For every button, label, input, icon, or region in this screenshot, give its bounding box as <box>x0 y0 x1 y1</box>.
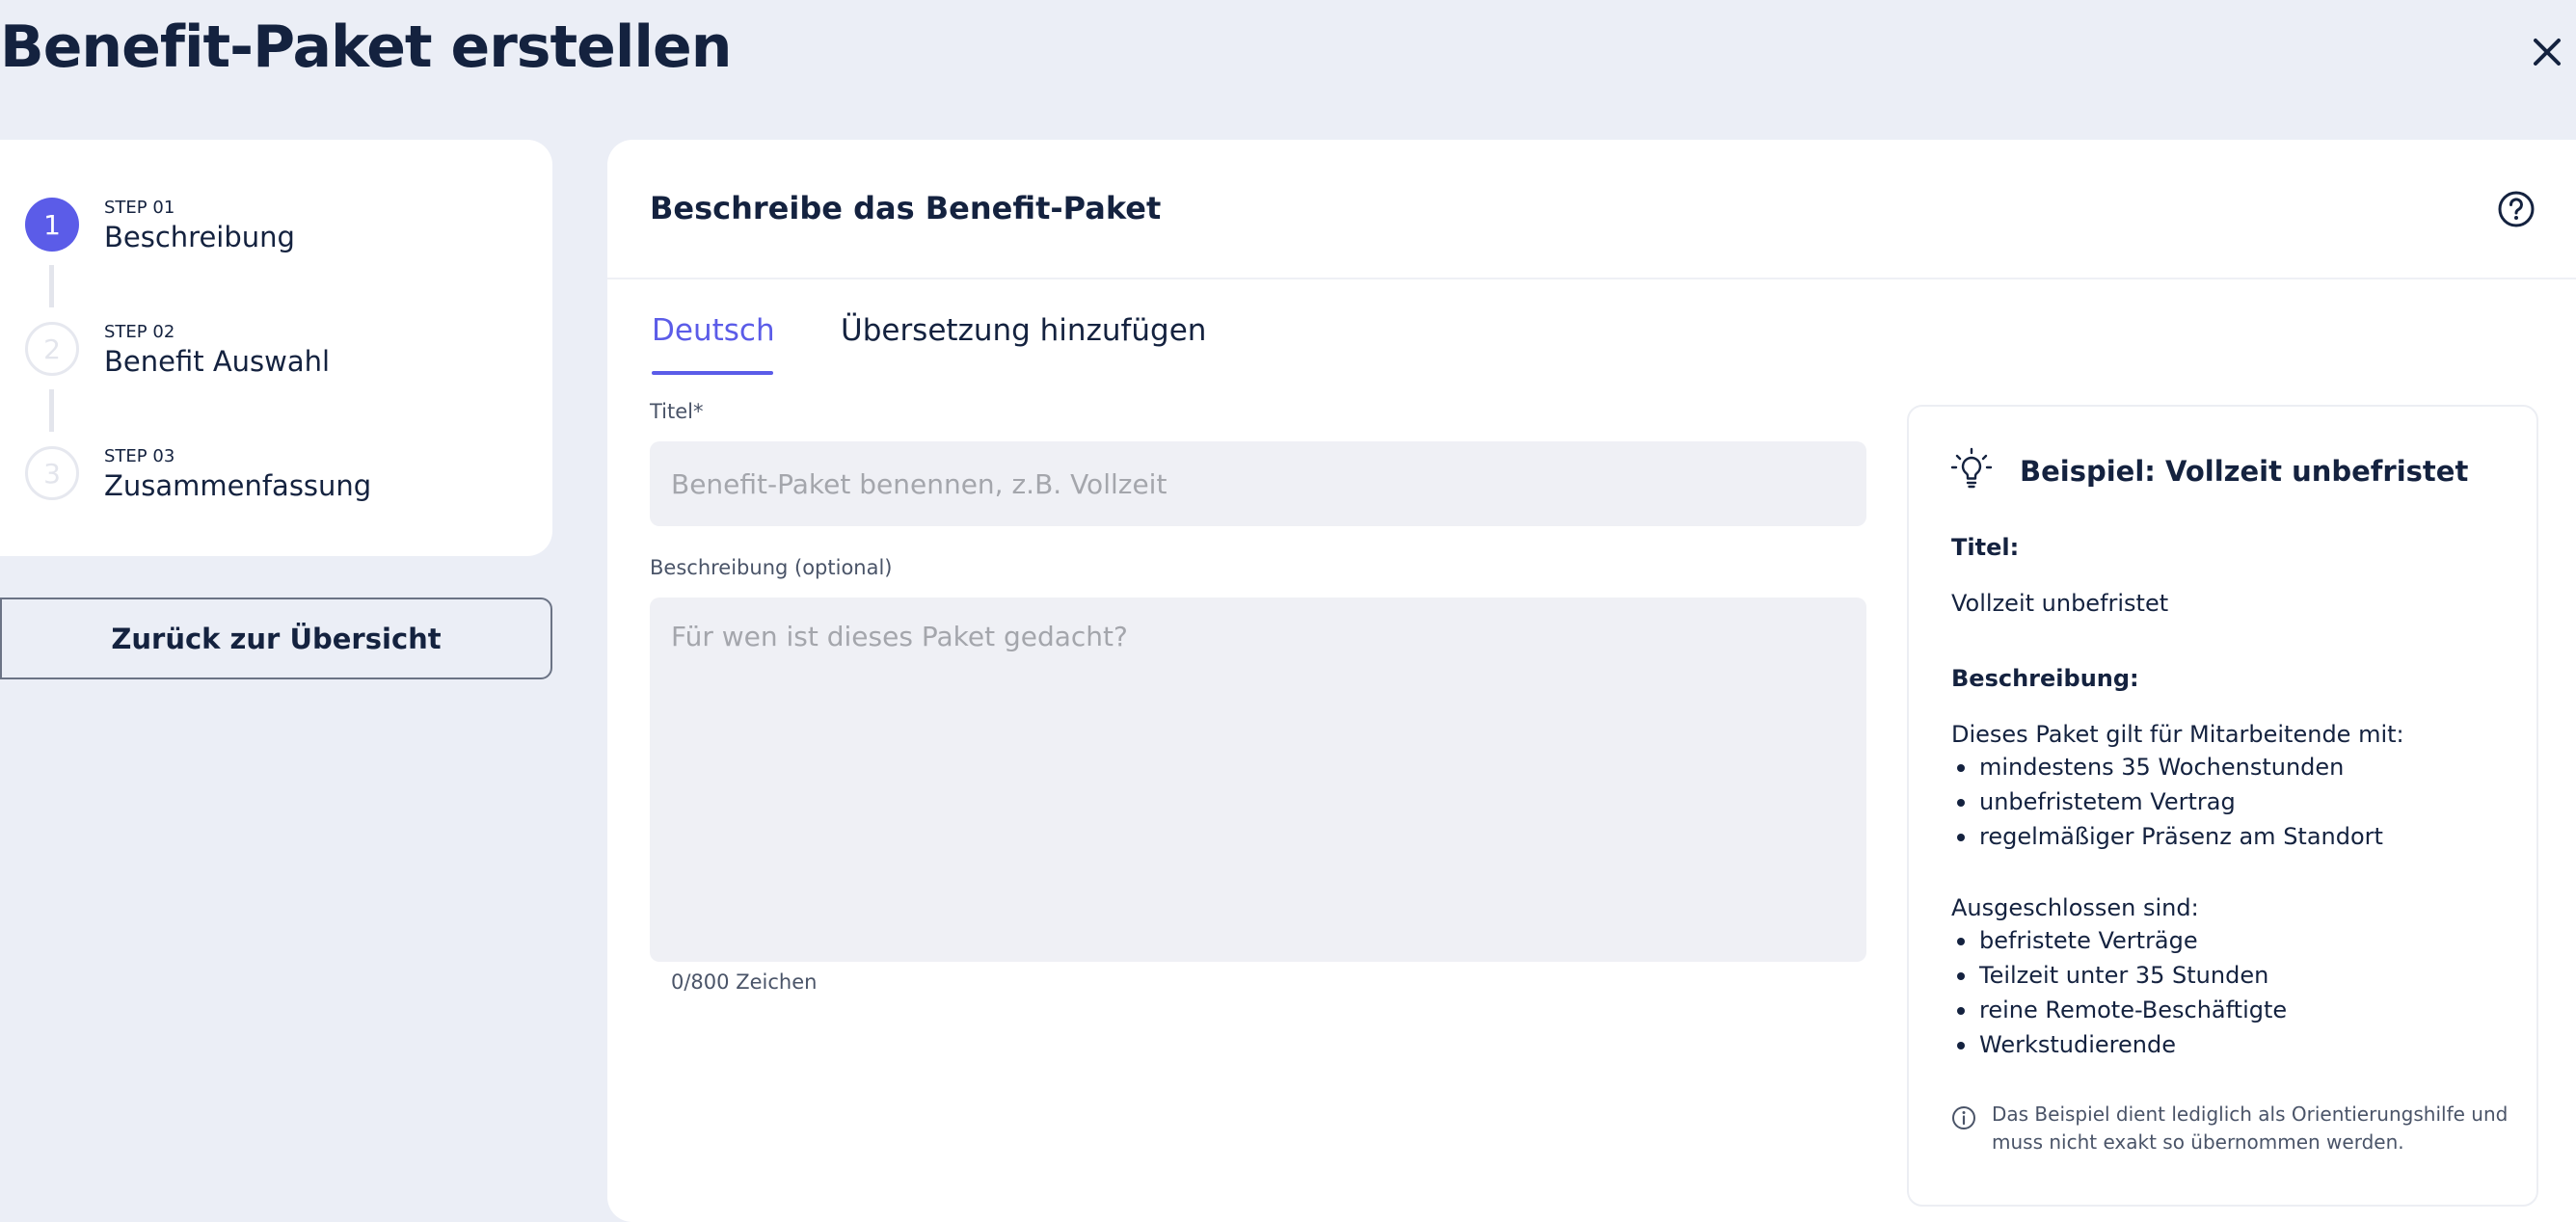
list-item: befristete Verträge <box>1951 923 2287 958</box>
stepper-card: 1 STEP 01 Beschreibung 2 STEP 02 Benefit… <box>0 140 552 556</box>
back-to-overview-button[interactable]: Zurück zur Übersicht <box>0 598 552 679</box>
info-circle-icon <box>1952 1106 1975 1129</box>
description-textarea[interactable] <box>650 598 1866 962</box>
question-circle-icon <box>2498 191 2535 227</box>
tab-deutsch[interactable]: Deutsch <box>652 313 775 377</box>
title-input[interactable] <box>650 441 1866 526</box>
step-1-number: 1 <box>25 198 79 252</box>
list-item: Werkstudierende <box>1951 1027 2287 1062</box>
main-card: Beschreibe das Benefit-Paket Deutsch Übe… <box>607 140 2576 1222</box>
title-field-label: Titel* <box>650 400 704 423</box>
step-3-caption: STEP 03 <box>104 446 175 466</box>
step-connector <box>49 389 54 432</box>
step-1-caption: STEP 01 <box>104 198 175 218</box>
close-icon <box>2534 39 2561 66</box>
step-3-number: 3 <box>25 446 79 500</box>
example-title-heading: Titel: <box>1951 534 2020 561</box>
list-item: mindestens 35 Wochenstunden <box>1951 750 2383 784</box>
list-item: regelmäßiger Präsenz am Standort <box>1951 819 2383 854</box>
section-title: Beschreibe das Benefit-Paket <box>650 190 1162 226</box>
step-1-label: Beschreibung <box>104 221 295 253</box>
step-3-label: Zusammenfassung <box>104 469 372 502</box>
example-excluded-heading: Ausgeschlossen sind: <box>1951 894 2199 921</box>
list-item: Teilzeit unter 35 Stunden <box>1951 958 2287 993</box>
step-2-caption: STEP 02 <box>104 322 175 342</box>
tab-add-translation[interactable]: Übersetzung hinzufügen <box>841 313 1206 377</box>
included-list: mindestens 35 Wochenstunden unbefristete… <box>1951 750 2383 854</box>
help-button[interactable] <box>2497 190 2536 228</box>
example-intro: Dieses Paket gilt für Mitarbeitende mit: <box>1951 721 2404 748</box>
example-panel: Beispiel: Vollzeit unbefristet Titel: Vo… <box>1907 405 2538 1207</box>
page-title: Benefit-Paket erstellen <box>0 13 732 81</box>
character-counter: 0/800 Zeichen <box>671 970 818 994</box>
lightbulb-icon <box>1950 447 1993 489</box>
example-note: Das Beispiel dient lediglich als Orienti… <box>1992 1102 2509 1154</box>
description-field-label: Beschreibung (optional) <box>650 556 893 579</box>
example-description-heading: Beschreibung: <box>1951 665 2139 692</box>
list-item: reine Remote-Beschäftigte <box>1951 993 2287 1027</box>
step-connector <box>49 265 54 307</box>
close-button[interactable] <box>2526 31 2568 73</box>
example-title: Beispiel: Vollzeit unbefristet <box>2020 455 2469 488</box>
step-2-label: Benefit Auswahl <box>104 345 331 378</box>
main-header: Beschreibe das Benefit-Paket <box>607 140 2576 279</box>
active-tab-indicator <box>652 371 773 375</box>
step-2-number: 2 <box>25 322 79 376</box>
example-title-value: Vollzeit unbefristet <box>1951 590 2169 617</box>
list-item: unbefristetem Vertrag <box>1951 784 2383 819</box>
excluded-list: befristete Verträge Teilzeit unter 35 St… <box>1951 923 2287 1062</box>
